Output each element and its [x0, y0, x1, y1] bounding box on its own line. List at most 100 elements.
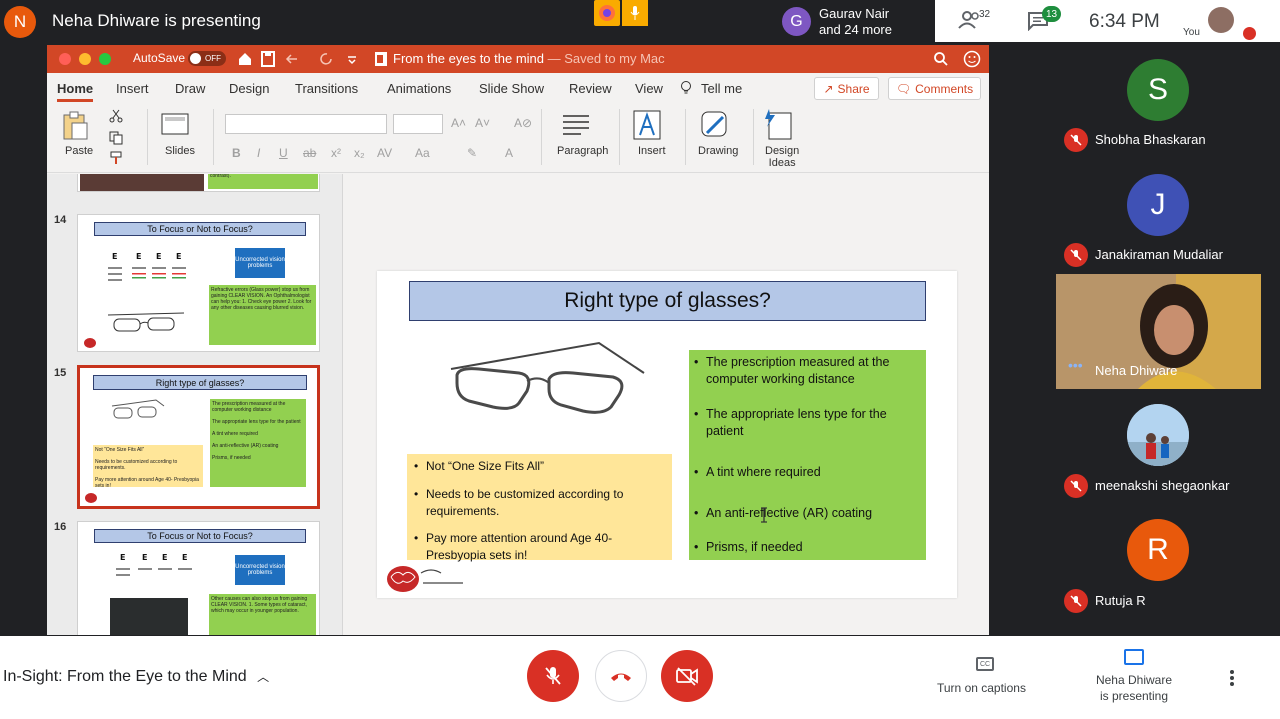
turn-on-captions-button[interactable]: Turn on captions	[937, 681, 1026, 695]
brain-logo-icon	[387, 566, 463, 592]
cut-icon[interactable]	[109, 109, 123, 123]
slide-bullet: Needs to be customized according to requ…	[414, 486, 666, 520]
slide-bullet: An anti-reflective (AR) coating	[694, 505, 916, 522]
design-ideas-label-line1: Design	[765, 145, 800, 157]
text-cursor-icon	[761, 507, 767, 523]
subscript-icon[interactable]: x₂	[354, 146, 365, 160]
strikethrough-icon[interactable]: ab	[303, 146, 316, 160]
participant-name: meenakshi shegaonkar	[1095, 478, 1230, 493]
chevron-up-icon: ︿	[257, 670, 270, 684]
highlight-icon[interactable]: ✎	[467, 146, 477, 160]
svg-text:E: E	[120, 553, 125, 562]
slide-thumbnail-13[interactable]: and a SCREEN (which is variable with les…	[77, 174, 320, 192]
document-name: From the eyes to the mind	[393, 51, 545, 66]
tab-transitions[interactable]: Transitions	[295, 81, 358, 96]
decrease-font-icon[interactable]: A˅	[475, 116, 490, 130]
thumb-green-box: Refractive errors (Glass power) stop us …	[209, 285, 316, 345]
more-options-icon[interactable]	[1226, 668, 1238, 688]
ribbon-divider	[147, 109, 148, 165]
copy-icon[interactable]	[109, 131, 123, 145]
slide-thumbnail-15-selected[interactable]: Right type of glasses? The prescription …	[77, 365, 320, 509]
participant-name: Rutuja R	[1095, 593, 1146, 608]
glasses-image	[450, 341, 645, 414]
underline-icon[interactable]: U	[279, 146, 288, 160]
format-painter-icon[interactable]	[109, 151, 123, 165]
participants-summary[interactable]: Gaurav Nair and 24 more	[819, 6, 892, 38]
change-case-icon[interactable]: Aa	[415, 146, 430, 160]
design-ideas-label: Design Ideas	[765, 145, 799, 169]
meeting-details-button[interactable]: In-Sight: From the Eye to the Mind ︿	[3, 668, 269, 686]
people-count: 32	[979, 9, 991, 20]
thumb-bullet: Needs to be customized according to requ…	[95, 459, 178, 471]
thumb-bullet: Not “One Size Fits All”	[95, 447, 145, 453]
minimize-window-button[interactable]	[79, 53, 91, 65]
slide-green-bullets-box: The prescription measured at the compute…	[689, 350, 926, 560]
hang-up-icon	[611, 673, 631, 681]
insert-textbox-icon[interactable]	[633, 109, 663, 141]
glasses-icon	[111, 399, 165, 419]
bold-icon[interactable]: B	[232, 146, 241, 160]
comment-icon: 🗨	[895, 81, 912, 96]
tab-review[interactable]: Review	[569, 81, 612, 96]
ribbon-divider	[619, 109, 620, 165]
italic-icon[interactable]: I	[257, 146, 260, 160]
redo-icon[interactable]	[319, 51, 335, 67]
mic-off-icon	[1064, 243, 1088, 267]
home-icon[interactable]	[237, 51, 253, 67]
captions-icon[interactable]: CC	[976, 657, 994, 671]
tab-insert[interactable]: Insert	[116, 81, 149, 96]
comments-button[interactable]: 🗨 Comments	[888, 77, 981, 100]
smiley-feedback-icon[interactable]	[963, 50, 981, 68]
slide-number: 16	[54, 521, 67, 533]
autosave-toggle[interactable]: OFF	[188, 51, 226, 66]
share-button[interactable]: ↗ Share	[814, 77, 879, 100]
slide-title: Right type of glasses?	[409, 281, 926, 321]
svg-text:E: E	[136, 252, 141, 261]
slide-image	[80, 174, 204, 191]
customize-toolbar-icon[interactable]	[347, 55, 357, 65]
svg-text:E: E	[112, 252, 117, 261]
font-name-dropdown[interactable]	[225, 114, 387, 134]
paragraph-icon[interactable]	[561, 113, 591, 137]
tell-me-search[interactable]: Tell me	[701, 81, 742, 96]
tab-home[interactable]: Home	[57, 81, 94, 102]
slides-label: Slides	[165, 145, 195, 157]
thumb-title: To Focus or Not to Focus?	[94, 529, 306, 543]
zoom-window-button[interactable]	[99, 53, 111, 65]
glasses-icon	[107, 312, 185, 332]
present-now-icon[interactable]	[1124, 649, 1144, 665]
font-size-dropdown[interactable]	[393, 114, 443, 134]
tab-animations[interactable]: Animations	[387, 81, 451, 96]
design-ideas-icon[interactable]	[763, 107, 793, 141]
slide-thumbnail-14[interactable]: To Focus or Not to Focus? E E E E Uncorrect…	[77, 214, 320, 352]
leave-call-button[interactable]	[595, 650, 647, 702]
slide-thumbnail-pane[interactable]: and a SCREEN (which is variable with les…	[47, 174, 343, 635]
save-icon[interactable]	[261, 51, 275, 67]
superscript-icon[interactable]: x²	[331, 146, 341, 160]
toggle-mic-button[interactable]	[527, 650, 579, 702]
current-slide[interactable]: Right type of glasses? The prescription …	[377, 271, 957, 598]
self-avatar	[1208, 7, 1234, 33]
toggle-camera-button[interactable]	[661, 650, 713, 702]
close-window-button[interactable]	[59, 53, 71, 65]
thumb-bullet: A tint where required	[212, 431, 258, 437]
clear-formatting-icon[interactable]: A⊘	[514, 116, 532, 130]
tab-slide-show[interactable]: Slide Show	[479, 81, 544, 96]
tab-view[interactable]: View	[635, 81, 663, 96]
paste-icon[interactable]	[61, 111, 89, 141]
drawing-label: Drawing	[698, 145, 739, 157]
increase-font-icon[interactable]: A˄	[451, 116, 466, 130]
search-icon[interactable]	[933, 51, 949, 67]
camera-off-icon	[676, 667, 698, 686]
undo-icon[interactable]	[285, 52, 307, 66]
slide-thumbnail-16[interactable]: To Focus or Not to Focus? E E E E Uncorrect…	[77, 521, 320, 635]
participant-avatar-photo	[1127, 404, 1189, 466]
character-spacing-icon[interactable]: AV	[377, 146, 392, 160]
participant-avatar: R	[1127, 519, 1189, 581]
drawing-shapes-icon[interactable]	[699, 109, 731, 141]
tab-draw[interactable]: Draw	[175, 81, 205, 96]
tab-design[interactable]: Design	[229, 81, 269, 96]
presenting-status-button[interactable]: Neha Dhiware is presenting	[1093, 672, 1175, 704]
new-slide-icon[interactable]	[161, 113, 189, 135]
font-color-icon[interactable]: A	[505, 146, 513, 160]
